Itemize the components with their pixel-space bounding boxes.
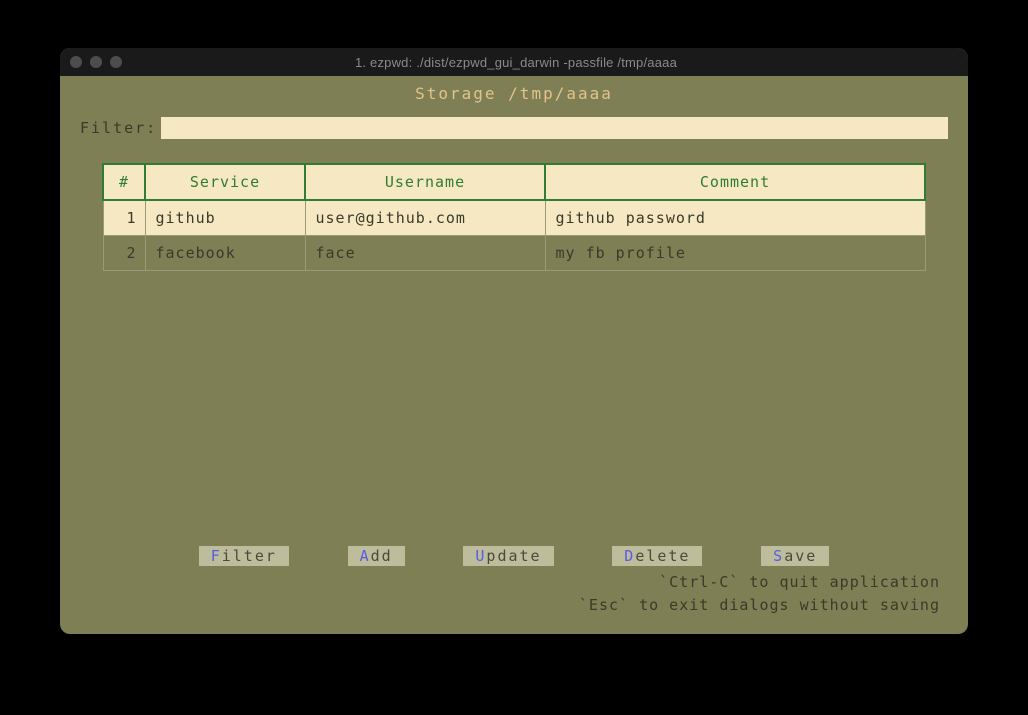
hotkey-letter: S [773, 547, 784, 565]
help-line-quit: `Ctrl-C` to quit application [579, 571, 940, 594]
app-window: 1. ezpwd: ./dist/ezpwd_gui_darwin -passf… [60, 48, 968, 634]
button-rest: ave [784, 547, 817, 565]
filter-label: Filter: [80, 119, 157, 137]
hotkey-letter: D [624, 547, 635, 565]
table-row[interactable]: 1 github user@github.com github password [103, 200, 925, 236]
cell-comment: github password [545, 200, 925, 236]
storage-header: Storage /tmp/aaaa [80, 84, 948, 103]
cell-username: user@github.com [305, 200, 545, 236]
app-body: Storage /tmp/aaaa Filter: # Service User… [60, 76, 968, 634]
button-rest: ilter [222, 547, 277, 565]
add-button[interactable]: Add [348, 546, 405, 566]
storage-prefix: Storage [415, 84, 508, 103]
filter-input[interactable] [161, 117, 948, 139]
col-header-service: Service [145, 164, 305, 200]
update-button[interactable]: Update [463, 546, 553, 566]
cell-index: 1 [103, 200, 145, 236]
window-title: 1. ezpwd: ./dist/ezpwd_gui_darwin -passf… [74, 55, 958, 70]
cell-index: 2 [103, 236, 145, 271]
filter-row: Filter: [80, 117, 948, 139]
save-button[interactable]: Save [761, 546, 829, 566]
delete-button[interactable]: Delete [612, 546, 702, 566]
col-header-username: Username [305, 164, 545, 200]
action-button-row: Filter Add Update Delete Save [60, 546, 968, 566]
col-header-index: # [103, 164, 145, 200]
storage-path: /tmp/aaaa [508, 84, 613, 103]
table-header-row: # Service Username Comment [103, 164, 925, 200]
button-rest: elete [635, 547, 690, 565]
password-table: # Service Username Comment 1 github user… [102, 163, 926, 271]
hotkey-letter: F [211, 547, 222, 565]
titlebar: 1. ezpwd: ./dist/ezpwd_gui_darwin -passf… [60, 48, 968, 76]
button-rest: pdate [486, 547, 541, 565]
col-header-comment: Comment [545, 164, 925, 200]
cell-service: github [145, 200, 305, 236]
filter-button[interactable]: Filter [199, 546, 289, 566]
help-line-esc: `Esc` to exit dialogs without saving [579, 594, 940, 617]
cell-comment: my fb profile [545, 236, 925, 271]
hotkey-letter: U [475, 547, 486, 565]
password-table-wrap: # Service Username Comment 1 github user… [102, 163, 926, 271]
help-text: `Ctrl-C` to quit application `Esc` to ex… [579, 571, 940, 616]
cell-username: face [305, 236, 545, 271]
button-rest: dd [371, 547, 393, 565]
cell-service: facebook [145, 236, 305, 271]
table-row[interactable]: 2 facebook face my fb profile [103, 236, 925, 271]
hotkey-letter: A [360, 547, 371, 565]
filter-input-wrap [161, 117, 948, 139]
